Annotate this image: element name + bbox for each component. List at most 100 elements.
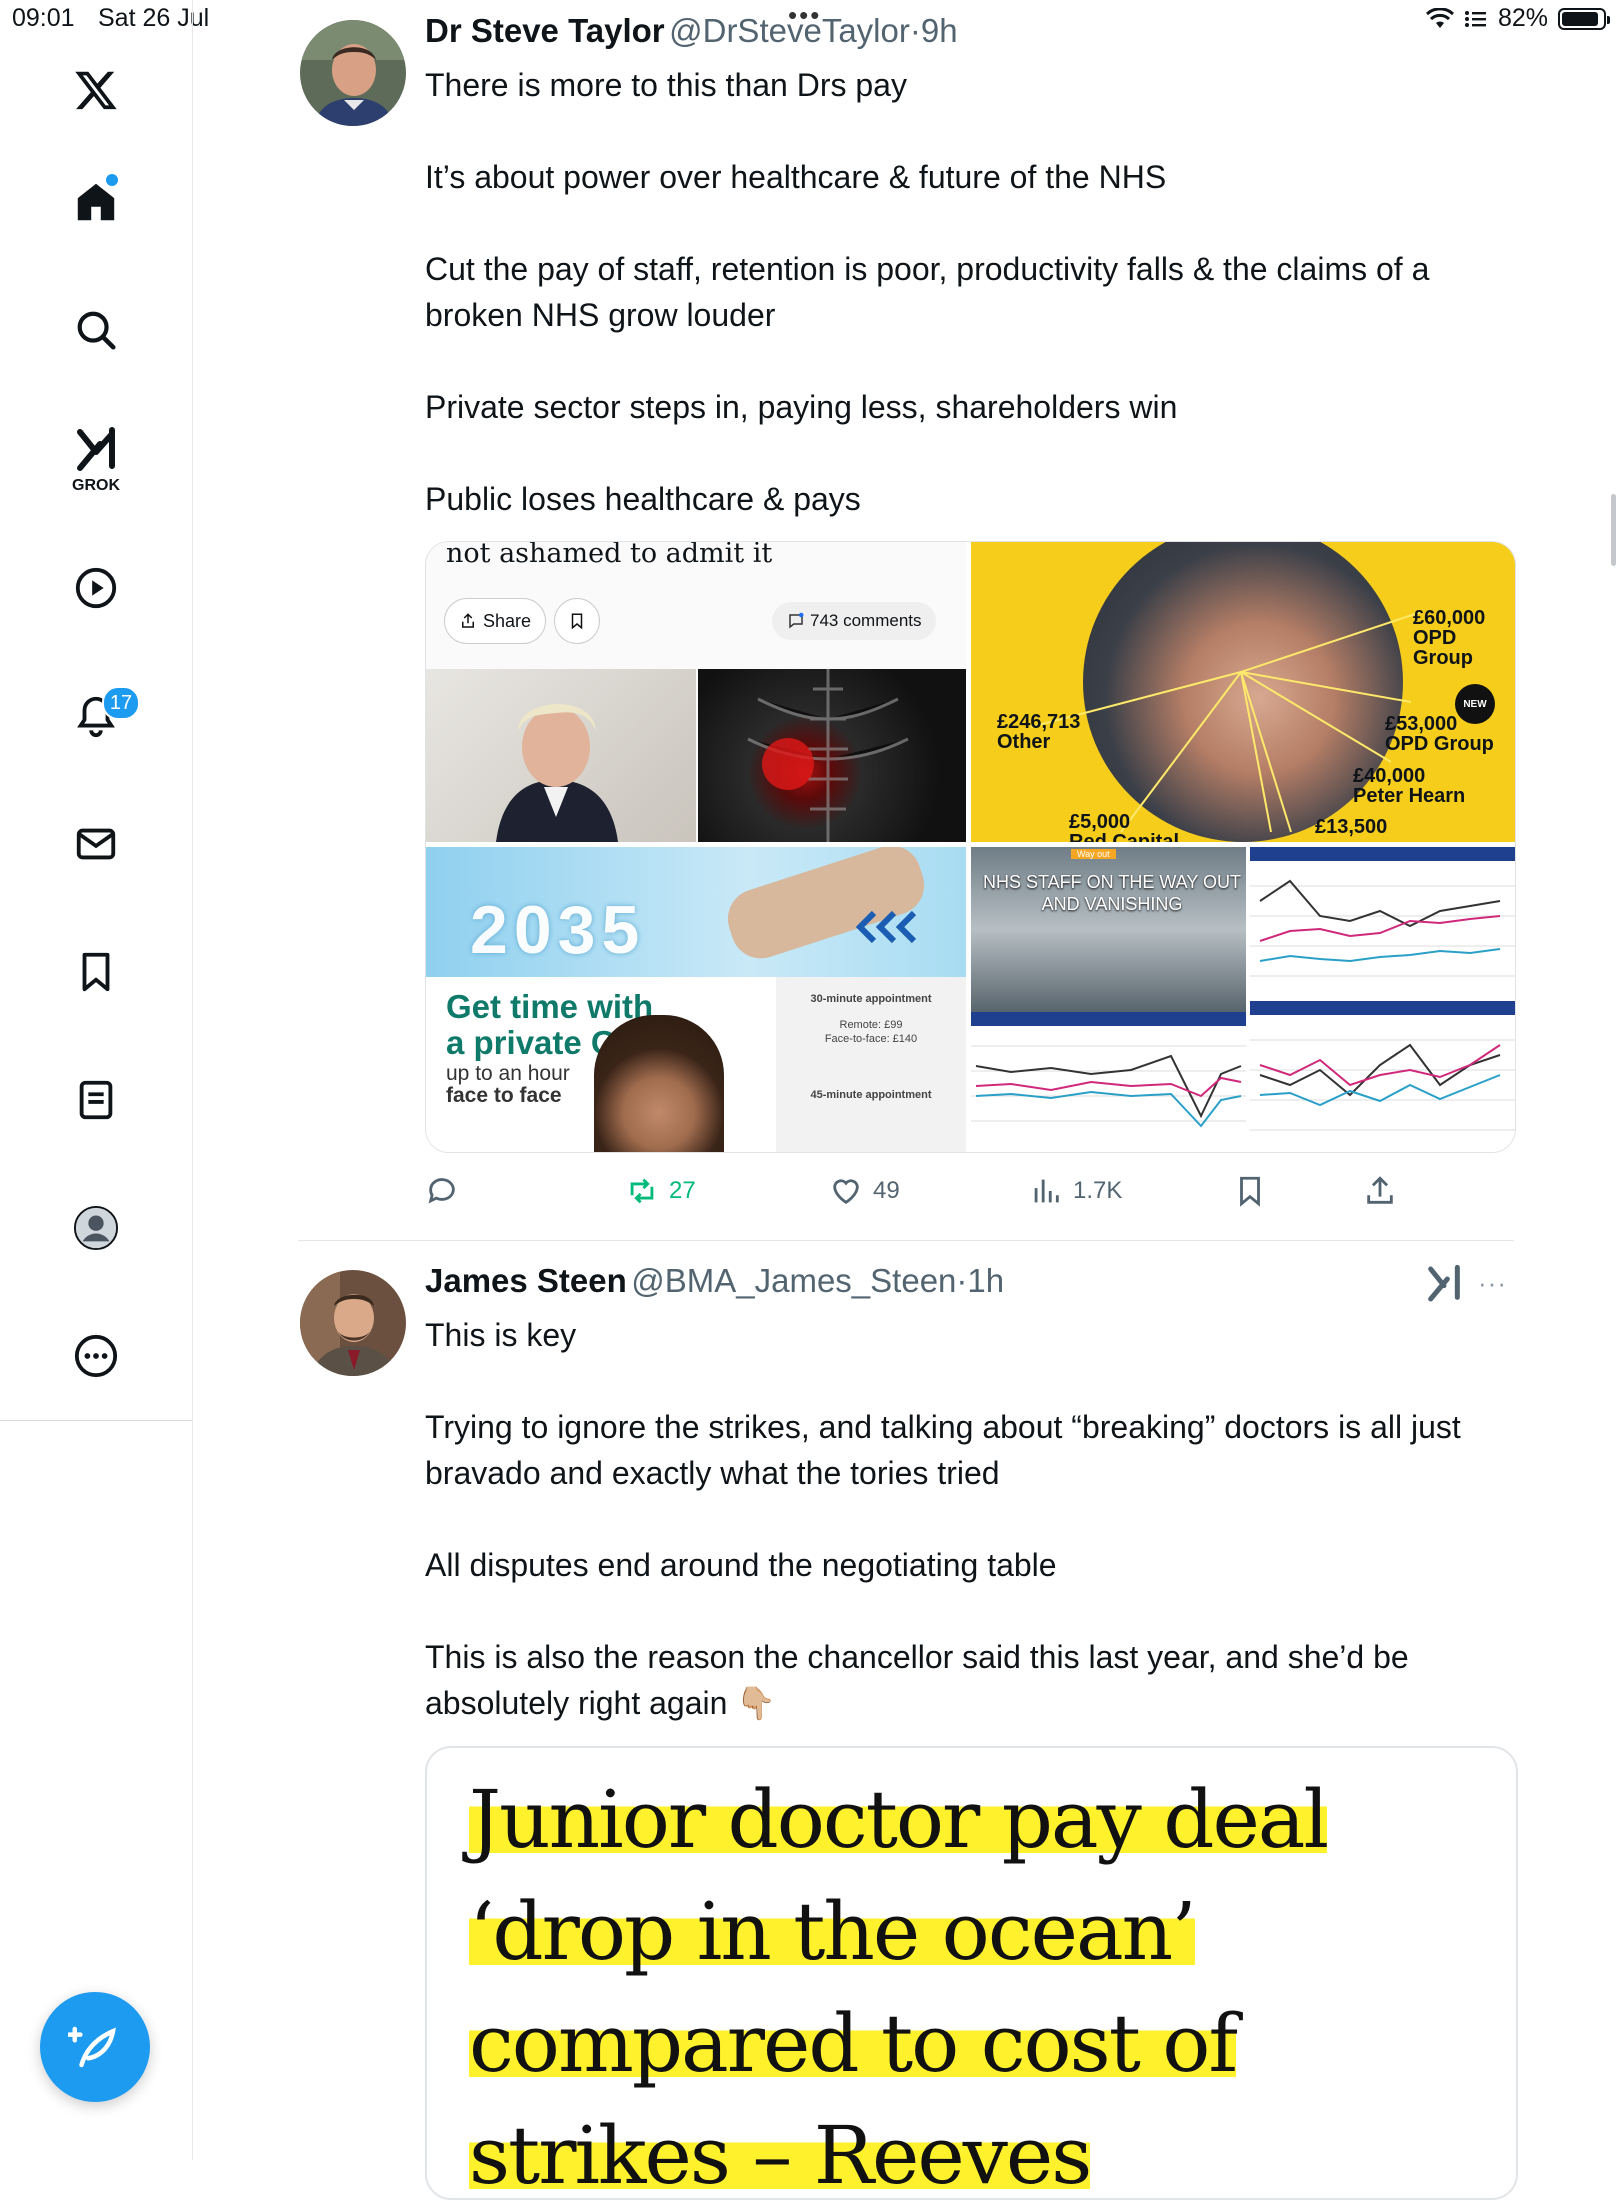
donation-label-4: £40,000 Peter Hearn — [1353, 765, 1466, 807]
bookmark-icon — [1240, 1176, 1260, 1207]
share-button[interactable] — [1363, 1174, 1397, 1215]
media-image-2[interactable]: £60,000 OPD Group NEW £53,000 OPD Group £24… — [971, 542, 1515, 842]
way-out-sign: Way out — [1071, 849, 1116, 859]
reply-icon — [428, 1178, 455, 1204]
tweet-time[interactable]: 9h — [921, 12, 958, 49]
headline-line: compared to cost of — [469, 1997, 1238, 2090]
year-text: 2035 — [470, 892, 646, 968]
tweet-media-grid[interactable]: not ashamed to admit it Share 743 commen… — [425, 541, 1516, 1153]
bookmark-button[interactable] — [1233, 1174, 1267, 1215]
tweet-divider — [298, 1240, 1514, 1241]
tweet-line: Cut the pay of staff, retention is poor,… — [425, 251, 1430, 333]
repost-button[interactable]: 27 — [625, 1174, 696, 1208]
search-icon[interactable] — [68, 302, 124, 358]
wifi-icon — [1425, 7, 1454, 28]
chart-strip — [971, 1012, 1246, 1026]
line-chart-thumbnail-3 — [1250, 1039, 1515, 1131]
chart-strip — [1250, 847, 1515, 861]
tweet-line: There is more to this than Drs pay — [425, 67, 907, 103]
grok-label: GROK — [72, 477, 120, 494]
reply-button[interactable] — [425, 1174, 469, 1208]
pricing-panel: 30-minute appointment Remote: £99 Face-t… — [776, 977, 966, 1152]
share-pill: Share — [444, 598, 547, 644]
headline-line: strikes – Reeves — [469, 2109, 1092, 2200]
tweet-header: James Steen @BMA_James_Steen·1h — [425, 1262, 1004, 1300]
headline-line: ‘drop in the ocean’ — [469, 1885, 1197, 1978]
x-logo-icon[interactable] — [68, 62, 124, 118]
views-button[interactable]: 1.7K — [1029, 1174, 1122, 1208]
tweet-actions: 27 49 1.7K — [425, 1172, 1525, 1212]
tweet-header: Dr Steve Taylor @DrSteveTaylor·9h — [425, 12, 958, 50]
grok-explain-icon[interactable] — [1424, 1264, 1464, 1309]
share-label: Share — [483, 610, 532, 631]
lists-icon[interactable] — [68, 1072, 124, 1128]
grok-icon[interactable]: GROK — [66, 426, 126, 498]
media-image-3[interactable]: 2035 Get time with a private GP up to an … — [426, 847, 966, 1152]
save-pill — [554, 598, 600, 644]
share-icon — [1367, 1176, 1393, 1204]
messages-icon[interactable] — [68, 816, 124, 872]
media-image-1[interactable]: not ashamed to admit it Share 743 commen… — [426, 542, 966, 842]
tweet-time[interactable]: 1h — [967, 1262, 1004, 1299]
heart-icon — [833, 1179, 859, 1205]
gp-ad: Get time with a private GP up to an hour f… — [426, 977, 776, 1152]
focus-list-icon — [1464, 10, 1486, 27]
image-caption: not ashamed to admit it — [446, 541, 773, 569]
tweet-line: It’s about power over healthcare & futur… — [425, 159, 1167, 195]
media-image-4[interactable]: Way out NHS STAFF ON THE WAY OUT AND VANI… — [971, 847, 1515, 1152]
header-separator: · — [909, 12, 921, 49]
tweet-line: This is also the reason the chancellor s… — [425, 1639, 1409, 1721]
battery-icon — [1558, 7, 1610, 30]
battery-percent: 82% — [1497, 4, 1548, 32]
tweet-line: All disputes end around the negotiating … — [425, 1547, 1057, 1583]
like-button[interactable]: 49 — [829, 1174, 900, 1208]
author-handle[interactable]: @BMA_James_Steen — [631, 1262, 956, 1299]
xray-photo — [698, 669, 966, 842]
comments-pill: 743 comments — [772, 602, 936, 640]
header-separator: · — [956, 1262, 968, 1299]
more-icon[interactable] — [68, 1328, 124, 1384]
avatar[interactable] — [300, 1270, 406, 1376]
gp-ad-sub: up to an hour face to face — [446, 1062, 570, 1107]
portrait-photo — [426, 669, 696, 842]
tweet-line: Private sector steps in, paying less, sh… — [425, 389, 1178, 425]
author-name[interactable]: Dr Steve Taylor — [425, 12, 665, 49]
status-indicators: 82% — [1425, 4, 1610, 33]
donation-label-2: £53,000 OPD Group — [1385, 713, 1494, 755]
video-icon[interactable] — [68, 560, 124, 616]
donation-label-1: £60,000 OPD Group — [1413, 607, 1486, 669]
sidebar-divider — [0, 1420, 192, 1421]
tweet-body: This is key Trying to ignore the strikes… — [425, 1312, 1505, 1726]
more-options-icon[interactable]: ··· — [1478, 1268, 1507, 1299]
author-handle[interactable]: @DrSteveTaylor — [669, 12, 910, 49]
headline-image: Junior doctor pay deal ‘drop in the ocea… — [469, 1764, 1329, 2200]
hospital-photo: Way out NHS STAFF ON THE WAY OUT AND VANI… — [971, 847, 1246, 1012]
tweet-media-card[interactable]: Junior doctor pay deal ‘drop in the ocea… — [425, 1746, 1518, 2200]
profile-icon[interactable] — [68, 1200, 124, 1256]
avatar[interactable] — [300, 20, 406, 126]
share-icon — [462, 613, 474, 628]
tweet-body: There is more to this than Drs pay It’s … — [425, 62, 1525, 522]
scrollbar-thumb[interactable] — [1611, 494, 1616, 566]
tweet-line: Trying to ignore the strikes, and talkin… — [425, 1409, 1461, 1491]
views-count: 1.7K — [1073, 1177, 1123, 1204]
author-name[interactable]: James Steen — [425, 1262, 627, 1299]
bookmarks-icon[interactable] — [68, 944, 124, 1000]
compose-post-button[interactable] — [40, 1992, 150, 2102]
line-chart-thumbnail-1 — [971, 1045, 1246, 1128]
banner-2035: 2035 — [426, 847, 966, 977]
bookmark-icon — [571, 613, 583, 630]
line-chart-thumbnail-2 — [1250, 879, 1515, 977]
donation-label-6: £13,500 — [1315, 816, 1388, 838]
like-count: 49 — [873, 1177, 900, 1204]
home-notification-dot — [106, 174, 118, 186]
donation-label-3: £246,713 Other — [997, 711, 1081, 753]
donation-label-5: £5,000 Red Capital — [1069, 811, 1180, 842]
chart-strip — [1250, 1001, 1515, 1015]
notifications-badge: 17 — [102, 686, 140, 720]
tweet-line: Public loses healthcare & pays — [425, 481, 861, 517]
repost-count: 27 — [669, 1177, 696, 1204]
repost-icon — [630, 1178, 654, 1204]
comment-bubble-icon — [789, 612, 804, 629]
views-chart-icon — [1034, 1179, 1059, 1203]
